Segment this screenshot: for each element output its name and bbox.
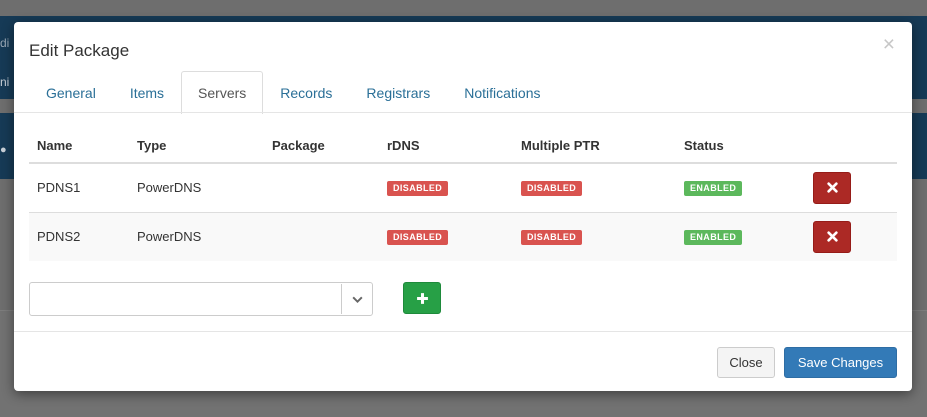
multiple-ptr-status-badge: DISABLED (521, 230, 583, 246)
delete-server-button[interactable] (813, 171, 851, 204)
column-header-multiple-ptr: Multiple PTR (513, 129, 676, 164)
background-text-fragment: di (0, 36, 10, 50)
tab-general[interactable]: General (29, 71, 113, 113)
table-header-row: Name Type Package rDNS Multiple PTR Stat… (29, 129, 897, 164)
edit-package-modal: Edit Package × General Items Servers Rec… (14, 22, 912, 391)
server-select[interactable] (29, 282, 373, 316)
server-name: PDNS1 (37, 180, 81, 196)
column-header-package: Package (264, 129, 379, 164)
tab-items[interactable]: Items (113, 71, 181, 113)
column-header-actions (805, 129, 897, 164)
servers-table: Name Type Package rDNS Multiple PTR Stat… (29, 129, 897, 261)
chevron-down-icon (352, 296, 363, 304)
server-package (264, 211, 379, 261)
tab-records[interactable]: Records (263, 71, 349, 113)
tab-notifications[interactable]: Notifications (447, 71, 557, 113)
server-status-badge: ENABLED (684, 230, 743, 246)
column-header-rdns: rDNS (379, 129, 513, 164)
column-header-status: Status (676, 129, 805, 164)
modal-title: Edit Package (29, 41, 130, 60)
tab-servers[interactable]: Servers (181, 71, 264, 114)
close-button[interactable]: Close (717, 347, 775, 378)
delete-server-button[interactable] (813, 220, 851, 253)
multiple-ptr-status-badge: DISABLED (521, 181, 583, 197)
server-status-badge: ENABLED (684, 181, 743, 197)
save-changes-button[interactable]: Save Changes (784, 347, 897, 378)
server-name: PDNS2 (29, 211, 129, 261)
rdns-status-badge: DISABLED (387, 230, 449, 246)
plus-icon (416, 292, 428, 304)
server-package (264, 163, 379, 212)
background-text-fragment: ni (0, 75, 10, 89)
tab-registrars[interactable]: Registrars (349, 71, 447, 113)
rdns-status-badge: DISABLED (387, 181, 449, 197)
divider (14, 112, 912, 113)
add-server-button[interactable] (403, 282, 441, 314)
background-globe-icon: ● (0, 144, 7, 156)
times-icon (826, 182, 838, 193)
server-type: PowerDNS (129, 211, 264, 261)
tab-bar: General Items Servers Records Registrars… (29, 71, 897, 114)
close-icon[interactable]: × (883, 34, 895, 55)
column-header-name: Name (29, 129, 129, 164)
select-divider (341, 284, 342, 314)
table-row: PDNS1 PowerDNS DISABLED DISABLED ENABLED (29, 163, 897, 212)
server-type: PowerDNS (137, 180, 202, 196)
times-icon (826, 231, 838, 242)
divider (14, 331, 912, 332)
table-row: PDNS2 PowerDNS DISABLED DISABLED ENABLED (29, 211, 897, 261)
column-header-type: Type (129, 129, 264, 164)
